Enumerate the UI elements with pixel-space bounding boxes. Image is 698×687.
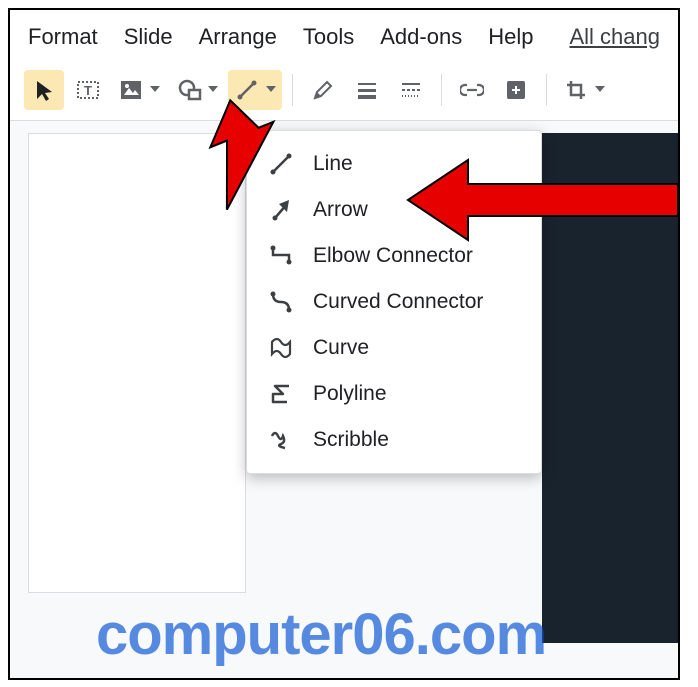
menu-help[interactable]: Help bbox=[488, 24, 533, 50]
menu-label: Arrow bbox=[313, 198, 368, 222]
line-weight-tool[interactable] bbox=[347, 70, 387, 110]
line-dropdown: Line Arrow Elbow Connector Curved Connec… bbox=[246, 130, 542, 474]
menu-format[interactable]: Format bbox=[28, 24, 98, 50]
menu-label: Curve bbox=[313, 336, 369, 360]
arrow-icon bbox=[269, 198, 293, 222]
menu-addons[interactable]: Add-ons bbox=[380, 24, 462, 50]
menu-label: Curved Connector bbox=[313, 290, 483, 314]
line-menu-line[interactable]: Line bbox=[247, 141, 541, 187]
line-tool[interactable] bbox=[228, 70, 282, 110]
slide-canvas[interactable] bbox=[542, 133, 680, 643]
menu-tools[interactable]: Tools bbox=[303, 24, 354, 50]
line-menu-curved[interactable]: Curved Connector bbox=[247, 279, 541, 325]
chevron-down-icon bbox=[208, 86, 218, 92]
polyline-icon bbox=[269, 382, 293, 406]
shape-tool[interactable] bbox=[170, 70, 224, 110]
chevron-down-icon bbox=[595, 86, 605, 92]
crop-tool[interactable] bbox=[557, 70, 611, 110]
app-frame: Format Slide Arrange Tools Add-ons Help … bbox=[8, 8, 680, 680]
curve-icon bbox=[269, 336, 293, 360]
chevron-down-icon bbox=[266, 86, 276, 92]
menu-label: Polyline bbox=[313, 382, 387, 406]
line-menu-curve[interactable]: Curve bbox=[247, 325, 541, 371]
line-menu-elbow[interactable]: Elbow Connector bbox=[247, 233, 541, 279]
select-tool[interactable] bbox=[24, 70, 64, 110]
curved-icon bbox=[269, 290, 293, 314]
menu-label: Line bbox=[313, 152, 353, 176]
all-changes-link[interactable]: All chang bbox=[569, 24, 660, 50]
line-menu-polyline[interactable]: Polyline bbox=[247, 371, 541, 417]
scribble-icon bbox=[269, 428, 293, 452]
separator bbox=[441, 74, 442, 106]
slide-thumbnail[interactable] bbox=[28, 133, 246, 593]
separator bbox=[292, 74, 293, 106]
menu-label: Elbow Connector bbox=[313, 244, 473, 268]
pen-tool[interactable] bbox=[303, 70, 343, 110]
elbow-icon bbox=[269, 244, 293, 268]
line-icon bbox=[269, 152, 293, 176]
toolbar: T bbox=[10, 64, 678, 121]
link-tool[interactable] bbox=[452, 70, 492, 110]
chevron-down-icon bbox=[150, 86, 160, 92]
comment-tool[interactable] bbox=[496, 70, 536, 110]
line-menu-scribble[interactable]: Scribble bbox=[247, 417, 541, 463]
menu-slide[interactable]: Slide bbox=[124, 24, 173, 50]
svg-text:T: T bbox=[84, 83, 92, 98]
line-dash-tool[interactable] bbox=[391, 70, 431, 110]
menubar: Format Slide Arrange Tools Add-ons Help … bbox=[10, 10, 678, 64]
menu-arrange[interactable]: Arrange bbox=[199, 24, 277, 50]
line-menu-arrow[interactable]: Arrow bbox=[247, 187, 541, 233]
menu-label: Scribble bbox=[313, 428, 389, 452]
image-tool[interactable] bbox=[112, 70, 166, 110]
textbox-tool[interactable]: T bbox=[68, 70, 108, 110]
separator bbox=[546, 74, 547, 106]
